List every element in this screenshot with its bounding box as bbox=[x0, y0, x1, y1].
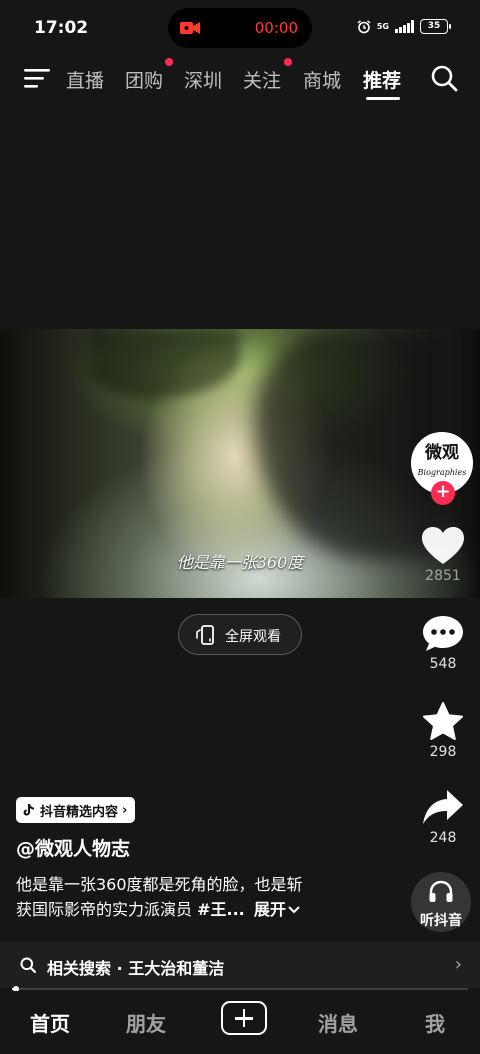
comment-button[interactable]: 548 bbox=[413, 614, 473, 672]
video-player[interactable]: 他是靠一张360度 bbox=[0, 329, 480, 598]
share-icon bbox=[423, 790, 463, 824]
video-progress-bar[interactable] bbox=[12, 986, 468, 992]
alarm-icon bbox=[357, 19, 371, 33]
listen-douyin-button[interactable]: 听抖音 bbox=[411, 872, 471, 932]
douyin-logo-icon bbox=[23, 804, 34, 816]
nav-me[interactable]: 我 bbox=[425, 1008, 445, 1037]
expand-button[interactable]: 展开 bbox=[254, 900, 300, 919]
active-tab-indicator bbox=[366, 97, 400, 100]
share-count: 248 bbox=[429, 830, 457, 846]
badge-label: 抖音精选内容 bbox=[40, 804, 119, 820]
recording-timer: 00:00 bbox=[254, 19, 298, 37]
status-bar: 17:02 00:00 5G 35 bbox=[0, 0, 480, 56]
comment-icon bbox=[423, 616, 463, 651]
search-icon[interactable] bbox=[430, 64, 458, 92]
related-search-bar[interactable]: 相关搜索 · 王大治和董洁 › bbox=[0, 942, 480, 988]
screen-recording-pill[interactable]: 00:00 bbox=[168, 8, 312, 48]
tab-live[interactable]: 直播 bbox=[66, 66, 104, 93]
like-button[interactable]: 2851 bbox=[413, 526, 473, 584]
video-subtitle: 他是靠一张360度 bbox=[176, 553, 304, 572]
avatar-logo-text: 微观 bbox=[425, 443, 459, 463]
favorite-count: 298 bbox=[429, 744, 457, 760]
listen-label: 听抖音 bbox=[420, 913, 462, 929]
favorite-button[interactable]: 298 bbox=[413, 702, 473, 760]
curated-content-badge[interactable]: 抖音精选内容 › bbox=[16, 797, 136, 823]
heart-icon bbox=[422, 527, 464, 564]
chevron-right-icon: › bbox=[454, 954, 462, 975]
nav-friends[interactable]: 朋友 bbox=[126, 1008, 166, 1037]
share-button[interactable]: 248 bbox=[413, 788, 473, 846]
rotate-screen-icon bbox=[196, 625, 214, 645]
menu-icon[interactable] bbox=[24, 67, 50, 89]
fullscreen-label: 全屏观看 bbox=[225, 629, 281, 645]
battery-level: 35 bbox=[427, 21, 441, 31]
badge-chevron-icon: › bbox=[122, 802, 128, 818]
tab-local[interactable]: 深圳 bbox=[184, 66, 222, 93]
comment-count: 548 bbox=[429, 656, 457, 672]
video-description[interactable]: 他是靠一张360度都是死角的脸，也是斩 获国际影帝的实力派演员 #王... 展开 bbox=[16, 872, 376, 922]
video-camera-icon bbox=[180, 22, 200, 34]
expand-label: 展开 bbox=[253, 900, 286, 919]
tab-group-buy-dot bbox=[165, 58, 173, 66]
clock: 17:02 bbox=[34, 18, 89, 38]
like-count: 2851 bbox=[425, 568, 461, 584]
network-type: 5G bbox=[376, 21, 389, 31]
tab-recommend[interactable]: 推荐 bbox=[363, 66, 401, 93]
top-nav: 直播 团购 深圳 关注 商城 推荐 bbox=[0, 58, 480, 102]
battery-icon: 35 bbox=[420, 19, 451, 34]
avatar-logo-subtext: Biographies bbox=[417, 468, 467, 477]
fullscreen-button[interactable]: 全屏观看 bbox=[178, 614, 302, 655]
hashtag-link[interactable]: #王... bbox=[197, 900, 245, 919]
related-search-text: 相关搜索 · 王大治和董洁 bbox=[47, 959, 225, 978]
tab-mall[interactable]: 商城 bbox=[303, 66, 341, 93]
signal-icon bbox=[395, 20, 414, 33]
status-icons: 5G 35 bbox=[357, 19, 451, 34]
search-icon bbox=[20, 957, 36, 973]
tab-following-dot bbox=[284, 58, 292, 66]
nav-messages[interactable]: 消息 bbox=[318, 1008, 358, 1037]
description-line-2: 获国际影帝的实力派演员 bbox=[16, 900, 193, 919]
chevron-down-icon bbox=[288, 906, 300, 914]
create-post-button[interactable] bbox=[221, 1001, 267, 1035]
headphones-icon bbox=[429, 880, 453, 902]
tab-group-buy[interactable]: 团购 bbox=[125, 66, 163, 93]
follow-button[interactable]: + bbox=[431, 481, 455, 505]
tab-following[interactable]: 关注 bbox=[243, 66, 281, 93]
author-handle[interactable]: @微观人物志 bbox=[16, 834, 130, 861]
nav-home[interactable]: 首页 bbox=[30, 1008, 70, 1037]
star-icon bbox=[423, 702, 463, 740]
description-line-1: 他是靠一张360度都是死角的脸，也是斩 bbox=[16, 875, 303, 894]
bottom-nav: 首页 朋友 消息 我 bbox=[0, 991, 480, 1054]
